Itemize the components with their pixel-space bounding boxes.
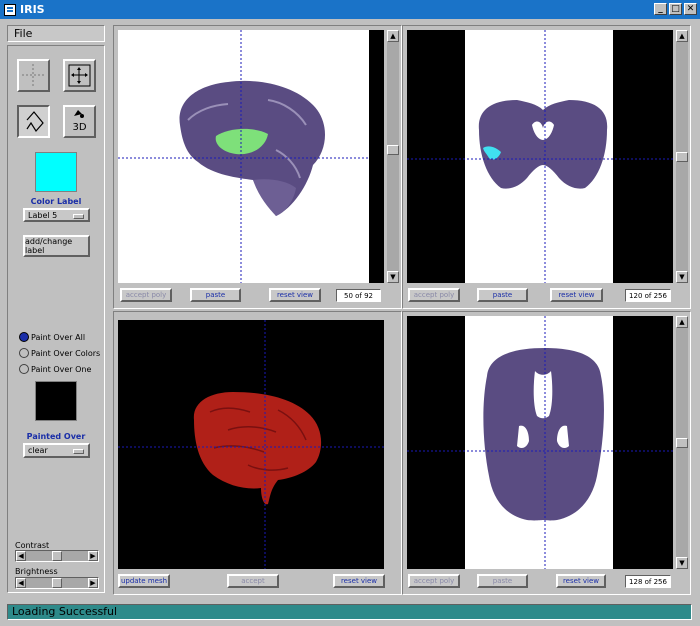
contrast-label: Contrast: [15, 541, 50, 550]
scroll-down-arrow-icon[interactable]: ▼: [676, 557, 688, 569]
axial-viewport[interactable]: [407, 316, 673, 569]
3d-paint-tool-button[interactable]: 3D: [63, 105, 96, 138]
slider-left-arrow-icon[interactable]: ◀: [16, 578, 26, 588]
paint-over-one-radio[interactable]: Paint Over One: [19, 364, 91, 374]
scroll-thumb[interactable]: [676, 151, 688, 162]
axial-slice-image: [407, 316, 673, 569]
status-bar: Loading Successful: [7, 604, 692, 620]
brightness-label: Brightness: [15, 567, 58, 576]
polygon-tool-button[interactable]: [17, 105, 50, 138]
minimize-icon[interactable]: _: [654, 3, 667, 15]
brightness-slider[interactable]: ◀ ▶: [15, 577, 99, 589]
sagittal-slice-scrollbar[interactable]: ▲ ▼: [387, 30, 399, 283]
paint-mode-label: Paint Over Colors: [31, 348, 101, 358]
axial-slice-scrollbar[interactable]: ▲ ▼: [676, 316, 688, 569]
scroll-thumb[interactable]: [387, 144, 399, 155]
color-label-dropdown[interactable]: Label 5: [23, 208, 90, 222]
file-menu[interactable]: File: [8, 27, 32, 40]
painted-over-caption: Painted Over: [26, 432, 86, 441]
navigate-tool-button[interactable]: [63, 59, 96, 92]
sagittal-paste-button[interactable]: paste: [190, 288, 241, 302]
coronal-reset-view-button[interactable]: reset view: [550, 288, 603, 302]
slider-left-arrow-icon[interactable]: ◀: [16, 551, 26, 561]
scroll-up-arrow-icon[interactable]: ▲: [676, 30, 688, 42]
scroll-up-arrow-icon[interactable]: ▲: [387, 30, 399, 42]
maximize-icon[interactable]: □: [669, 3, 682, 15]
painted-over-dropdown[interactable]: clear: [23, 443, 90, 458]
3d-paint-icon: [74, 110, 84, 118]
3d-viewport[interactable]: [118, 320, 384, 569]
tool-panel: 3D Color Label Label 5 add/change label …: [7, 45, 105, 593]
3d-accept-button[interactable]: accept: [227, 574, 279, 588]
radio-selected-icon: [19, 332, 29, 342]
sagittal-slice-number: 50 of 92: [336, 289, 381, 302]
coronal-slice-image: [407, 30, 673, 283]
sagittal-reset-view-button[interactable]: reset view: [269, 288, 321, 302]
radio-icon: [19, 364, 29, 374]
coronal-view-panel: ▲ ▼ accept poly paste reset view 120 of …: [402, 25, 691, 309]
3d-reset-view-button[interactable]: reset view: [333, 574, 385, 588]
3d-mesh-render: [118, 320, 384, 569]
add-change-label-button[interactable]: add/change label: [23, 235, 90, 257]
slider-right-arrow-icon[interactable]: ▶: [88, 578, 98, 588]
sagittal-slice-image: [118, 30, 384, 283]
scroll-down-arrow-icon[interactable]: ▼: [387, 271, 399, 283]
scroll-thumb[interactable]: [676, 437, 688, 448]
coronal-viewport[interactable]: [407, 30, 673, 283]
slider-thumb[interactable]: [52, 551, 62, 561]
painted-over-swatch: [35, 381, 77, 421]
sagittal-accept-poly-button[interactable]: accept poly: [120, 288, 172, 302]
crosshair-tool-button[interactable]: [17, 59, 50, 92]
axial-view-panel: ▲ ▼ accept poly paste reset view 128 of …: [402, 311, 691, 595]
title-bar: IRIS _ □ ✕: [0, 0, 700, 19]
color-label-value: Label 5: [28, 210, 58, 220]
paint-mode-label: Paint Over One: [31, 364, 92, 374]
color-label-swatch: [35, 152, 77, 192]
coronal-slice-scrollbar[interactable]: ▲ ▼: [676, 30, 688, 283]
radio-icon: [19, 348, 29, 358]
scroll-down-arrow-icon[interactable]: ▼: [676, 271, 688, 283]
navigate-icon: [68, 64, 91, 87]
coronal-slice-number: 120 of 256: [625, 289, 671, 302]
window-title: IRIS: [20, 3, 45, 16]
close-icon[interactable]: ✕: [684, 3, 697, 15]
axial-reset-view-button[interactable]: reset view: [556, 574, 606, 588]
update-mesh-button[interactable]: update mesh: [118, 574, 170, 588]
painted-over-value: clear: [28, 446, 48, 455]
3d-view-panel: update mesh accept reset view: [113, 311, 402, 595]
coronal-paste-button[interactable]: paste: [477, 288, 528, 302]
polygon-icon: [26, 111, 44, 133]
paint-mode-label: Paint Over All: [31, 332, 86, 342]
app-menu-icon[interactable]: [4, 3, 16, 16]
paint-over-all-radio[interactable]: Paint Over All: [19, 332, 85, 342]
contrast-slider[interactable]: ◀ ▶: [15, 550, 99, 562]
sagittal-margin: [369, 30, 384, 283]
paint-over-colors-radio[interactable]: Paint Over Colors: [19, 348, 100, 358]
sagittal-viewport[interactable]: [118, 30, 384, 283]
sagittal-view-panel: ▲ ▼ accept poly paste reset view 50 of 9…: [113, 25, 402, 309]
slider-thumb[interactable]: [52, 578, 62, 588]
dropdown-indicator-icon: [73, 449, 84, 454]
axial-slice-number: 128 of 256: [625, 575, 671, 588]
menu-bar: File: [7, 25, 105, 42]
axial-paste-button[interactable]: paste: [477, 574, 528, 588]
dropdown-indicator-icon: [73, 214, 84, 219]
color-label-caption: Color Label: [30, 197, 82, 206]
axial-accept-poly-button[interactable]: accept poly: [408, 574, 460, 588]
crosshair-icon: [22, 64, 45, 87]
coronal-accept-poly-button[interactable]: accept poly: [408, 288, 460, 302]
3d-label: 3D: [72, 122, 87, 133]
slider-right-arrow-icon[interactable]: ▶: [88, 551, 98, 561]
scroll-up-arrow-icon[interactable]: ▲: [676, 316, 688, 328]
